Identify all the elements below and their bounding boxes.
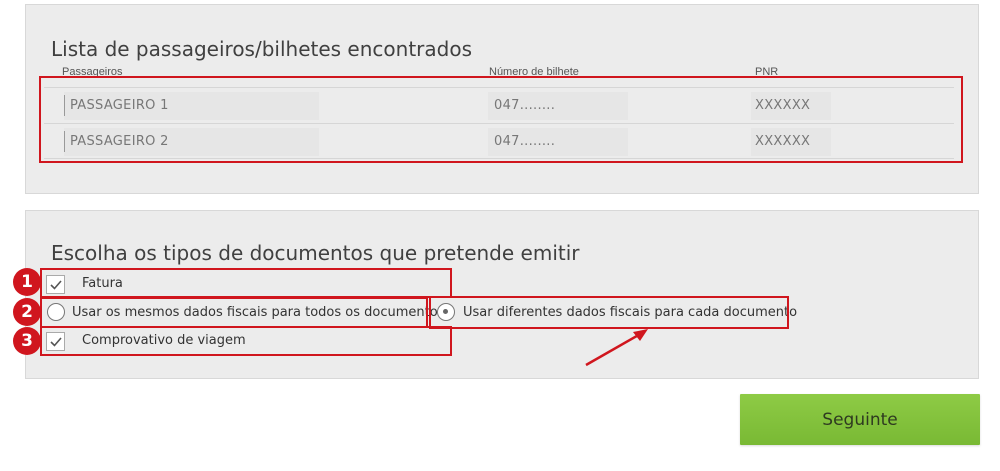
passengers-panel: Lista de passageiros/bilhetes encontrado… <box>25 4 979 194</box>
ticket-number: 047........ <box>494 98 556 113</box>
same-fiscal-data-radio[interactable] <box>47 303 65 321</box>
column-header-passenger: Passageiros <box>62 66 123 78</box>
different-fiscal-data-radio[interactable] <box>437 303 455 321</box>
column-header-pnr: PNR <box>755 66 779 78</box>
step-badge-3: 3 <box>13 327 41 355</box>
check-icon <box>50 280 62 290</box>
column-header-ticket: Número de bilhete <box>489 66 579 78</box>
ticket-number: 047........ <box>494 134 556 149</box>
passenger-name: PASSAGEIRO 1 <box>70 98 169 113</box>
passenger-row[interactable]: PASSAGEIRO 1 047........ XXXXXX <box>44 87 954 123</box>
different-fiscal-data-label: Usar diferentes dados fiscais para cada … <box>463 305 798 320</box>
check-icon <box>50 337 62 347</box>
same-fiscal-data-label: Usar os mesmos dados fiscais para todos … <box>72 305 445 320</box>
radio-dot <box>443 309 448 314</box>
passenger-row[interactable]: PASSAGEIRO 2 047........ XXXXXX <box>44 123 954 159</box>
step-badge-1: 1 <box>13 268 41 296</box>
pnr-code: XXXXXX <box>755 98 811 113</box>
documents-title: Escolha os tipos de documentos que prete… <box>51 241 580 265</box>
next-button[interactable]: Seguinte <box>740 394 980 445</box>
travel-receipt-checkbox[interactable] <box>46 332 65 351</box>
documents-panel: Escolha os tipos de documentos que prete… <box>25 210 979 379</box>
arrow-annotation-icon <box>585 329 648 367</box>
invoice-label: Fatura <box>82 276 123 291</box>
row-marker <box>64 95 65 116</box>
pnr-code: XXXXXX <box>755 134 811 149</box>
step-badge-2: 2 <box>13 298 41 326</box>
row-marker <box>64 131 65 152</box>
passenger-name: PASSAGEIRO 2 <box>70 134 169 149</box>
travel-receipt-label: Comprovativo de viagem <box>82 333 246 348</box>
passengers-title: Lista de passageiros/bilhetes encontrado… <box>51 37 472 61</box>
invoice-checkbox[interactable] <box>46 275 65 294</box>
